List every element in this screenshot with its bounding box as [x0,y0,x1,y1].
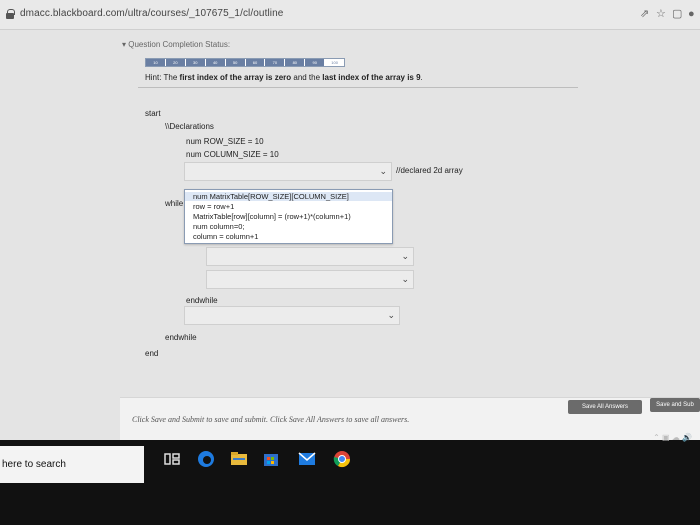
code-while: while [165,199,184,208]
chevron-down-icon: ⌄ [379,166,387,176]
chevron-down-icon: ⌄ [401,274,409,284]
dropdown-list: num MatrixTable[ROW_SIZE][COLUMN_SIZE] r… [184,189,393,244]
progress-segment[interactable]: 70 [265,59,286,66]
code-declared-comment: //declared 2d array [396,166,463,175]
dropdown-option[interactable]: num MatrixTable[ROW_SIZE][COLUMN_SIZE] [185,192,392,201]
dropdown-option[interactable]: MatrixTable[row][column] = (row+1)*(colu… [193,212,351,221]
code-row-size: num ROW_SIZE = 10 [186,137,264,146]
progress-segment[interactable]: 40 [205,59,226,66]
progress-segment[interactable]: 80 [285,59,306,66]
progress-segment[interactable]: 90 [305,59,326,66]
search-placeholder: here to search [2,459,66,470]
code-end: end [145,349,159,358]
answer-select-1[interactable]: ⌄ [184,162,392,181]
hint-prefix: Hint: The [145,73,180,82]
taskbar-search[interactable]: here to search [0,446,144,483]
answer-select-3[interactable]: ⌄ [206,270,414,289]
progress-segment[interactable]: 10 [146,59,166,66]
lock-icon [6,9,15,19]
system-tray[interactable]: ⌃ ▣ ☁ 🔊 [653,433,692,442]
submit-instructions: Click Save and Submit to save and submit… [132,415,410,424]
edge-icon[interactable] [197,450,215,468]
hint-suffix: . [420,73,423,82]
hint-mid: and the [291,73,323,82]
save-all-answers-button[interactable]: Save All Answers [568,400,642,414]
code-declarations: \\Declarations [165,122,214,131]
mail-icon[interactable] [298,450,316,468]
progress-segment[interactable]: 100 [325,59,345,66]
progress-bar: 10 20 30 40 50 60 70 80 90 100 [145,58,345,67]
browser-address-bar: dmacc.blackboard.com/ultra/courses/_1076… [0,0,700,30]
hint-bold-first: first index of the array is zero [179,73,292,82]
task-view-icon[interactable] [163,450,181,468]
share-icon[interactable]: ⇗ [640,8,649,20]
divider [138,87,578,88]
chevron-down-icon: ⌄ [387,310,395,320]
code-endwhile-inner: endwhile [186,296,218,305]
dropdown-option[interactable]: column = column+1 [193,232,258,241]
save-and-submit-button[interactable]: Save and Sub [650,398,700,412]
code-endwhile-outer: endwhile [165,333,197,342]
progress-segment[interactable]: 30 [185,59,206,66]
windows-taskbar: here to search ⌃ ▣ ☁ 🔊 [0,433,700,525]
progress-segment[interactable]: 60 [245,59,266,66]
hint-bold-last: last index of the array is 9 [322,73,421,82]
url-field[interactable]: dmacc.blackboard.com/ultra/courses/_1076… [20,8,283,19]
page-content: ▾ Question Completion Status: 10 20 30 4… [0,30,700,440]
dropdown-option[interactable]: num column=0; [193,222,245,231]
answer-select-4[interactable]: ⌄ [184,306,400,325]
code-start: start [145,109,161,118]
question-completion-status[interactable]: ▾ Question Completion Status: [122,40,230,49]
file-explorer-icon[interactable] [230,450,248,468]
hint-text: Hint: The first index of the array is ze… [145,73,423,82]
answer-select-2[interactable]: ⌄ [206,247,414,266]
star-icon[interactable]: ☆ [656,8,666,20]
profile-icon[interactable]: ● [688,8,695,20]
progress-segment[interactable]: 50 [225,59,246,66]
tab-icon[interactable]: ▢ [672,8,682,20]
code-column-size: num COLUMN_SIZE = 10 [186,150,279,159]
dropdown-option[interactable]: row = row+1 [193,202,234,211]
store-icon[interactable] [262,450,280,468]
chevron-down-icon: ⌄ [401,251,409,261]
progress-segment[interactable]: 20 [165,59,186,66]
completion-status-label: Question Completion Status: [128,40,231,49]
submit-bar: Click Save and Submit to save and submit… [120,397,700,440]
chrome-icon[interactable] [333,450,351,468]
